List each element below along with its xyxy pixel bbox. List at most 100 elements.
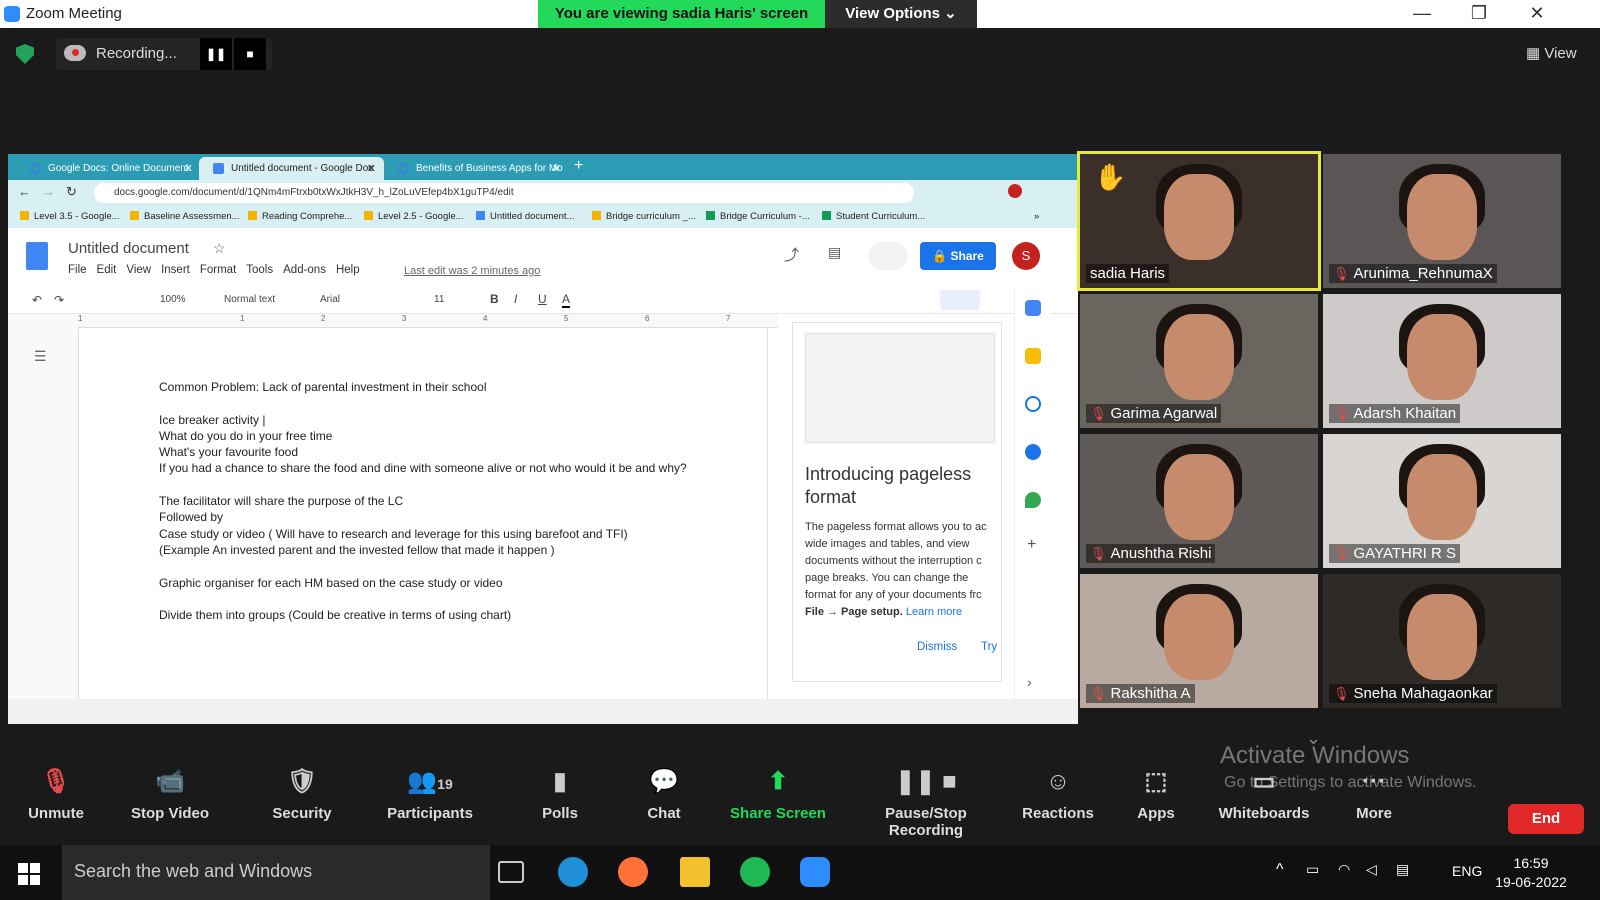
bookmark-item[interactable]: Student Curriculum... — [822, 211, 925, 222]
close-icon[interactable]: ✕ — [1522, 3, 1552, 24]
participant-tile[interactable]: ✋ sadia Haris — [1077, 151, 1321, 291]
participant-tile[interactable]: 🎙 Arunima_RehnumaX — [1323, 154, 1561, 288]
zoom-taskbar-icon[interactable] — [800, 857, 830, 887]
participant-tile[interactable]: 🎙 Anushtha Rishi — [1080, 434, 1318, 568]
menu-format[interactable]: Format — [200, 264, 236, 276]
last-edit-link[interactable]: Last edit was 2 minutes ago — [404, 265, 540, 277]
contacts-icon[interactable] — [1025, 444, 1041, 460]
more-button[interactable]: ··· More — [1314, 765, 1434, 822]
participant-tile[interactable]: 🎙 GAYATHRI R S — [1323, 434, 1561, 568]
share-button[interactable]: 🔒 Share — [920, 242, 996, 270]
stop-recording-button[interactable]: ■ — [234, 38, 266, 70]
tasks-icon[interactable] — [1025, 396, 1041, 412]
close-tab-icon[interactable]: ✕ — [367, 162, 376, 175]
notifications-icon[interactable]: ▤ — [1396, 861, 1409, 878]
edge-icon[interactable] — [558, 857, 588, 887]
menu-addons[interactable]: Add-ons — [283, 264, 326, 276]
calendar-icon[interactable] — [1025, 300, 1041, 316]
meet-icon[interactable] — [868, 242, 908, 270]
end-meeting-button[interactable]: End — [1508, 804, 1584, 834]
participant-tile[interactable]: 🎙 Adarsh Khaitan — [1323, 294, 1561, 428]
language-indicator[interactable]: ENG — [1452, 863, 1482, 879]
back-icon[interactable]: ← — [18, 184, 31, 199]
reload-icon[interactable]: ↻ — [66, 184, 77, 200]
expand-panel-icon[interactable]: › — [1027, 674, 1032, 690]
polls-button[interactable]: ▮ Polls — [500, 765, 620, 822]
apps-button[interactable]: ⬚ Apps — [1096, 765, 1216, 822]
file-explorer-icon[interactable] — [680, 857, 710, 887]
menu-edit[interactable]: Edit — [97, 264, 117, 276]
taskbar-search[interactable]: Search the web and Windows — [62, 845, 490, 900]
close-tab-icon[interactable]: ✕ — [184, 162, 193, 175]
undo-icon[interactable]: ↶ — [32, 293, 42, 307]
text-color-icon[interactable]: A — [562, 292, 571, 308]
whiteboards-button[interactable]: ▭ Whiteboards — [1204, 765, 1324, 822]
keep-icon[interactable] — [1025, 348, 1041, 364]
horizontal-scrollbar[interactable] — [8, 699, 1078, 724]
pause-recording-button[interactable]: ❚❚ — [200, 38, 232, 70]
stop-video-button[interactable]: 📹 Stop Video — [110, 765, 230, 822]
more-bookmarks-icon[interactable]: » — [1034, 211, 1039, 222]
bold-icon[interactable]: B — [490, 292, 499, 306]
zoom-select[interactable]: 100% — [160, 294, 186, 305]
browser-tab[interactable]: Benefits of Business Apps for Mo ✕ — [384, 157, 569, 180]
task-view-icon[interactable] — [498, 861, 524, 883]
participants-button[interactable]: 👥19 Participants — [370, 765, 490, 822]
forward-icon[interactable]: → — [42, 184, 55, 199]
browser-tab[interactable]: Google Docs: Online Document ✕ — [16, 157, 201, 180]
italic-icon[interactable]: I — [514, 292, 517, 306]
comments-icon[interactable]: ▤ — [828, 244, 841, 261]
participant-tile[interactable]: 🎙 Garima Agarwal — [1080, 294, 1318, 428]
security-button[interactable]: 🛡 Security — [242, 765, 362, 822]
spotify-icon[interactable] — [740, 857, 770, 887]
bookmark-item[interactable]: Level 2.5 - Google... — [364, 211, 464, 222]
bookmark-item[interactable]: Bridge curriculum _... — [592, 211, 696, 222]
chevron-up-icon[interactable]: ^ — [1276, 861, 1284, 879]
chat-button[interactable]: 💬 Chat — [604, 765, 724, 822]
document-title[interactable]: Untitled document — [68, 240, 189, 257]
minimize-icon[interactable]: — — [1407, 3, 1437, 24]
profile-avatar[interactable] — [1008, 184, 1022, 198]
browser-tab-active[interactable]: Untitled document - Google Doc ✕ — [199, 157, 384, 180]
dismiss-button[interactable]: Dismiss — [917, 641, 957, 653]
share-screen-button[interactable]: ⬆ Share Screen — [718, 765, 838, 822]
participant-tile[interactable]: 🎙 Sneha Mahagaonkar — [1323, 574, 1561, 708]
style-select[interactable]: Normal text — [224, 294, 275, 305]
address-bar[interactable]: docs.google.com/document/d/1QNm4mFtrxb0t… — [94, 183, 914, 203]
volume-icon[interactable]: ◁ — [1366, 861, 1377, 878]
redo-icon[interactable]: ↷ — [54, 293, 64, 307]
font-select[interactable]: Arial — [320, 294, 340, 305]
pause-stop-recording-button[interactable]: ❚❚ ■ Pause/Stop Recording — [846, 765, 1006, 839]
bookmark-item[interactable]: Level 3.5 - Google... — [20, 211, 120, 222]
unmute-button[interactable]: 🎙 Unmute — [0, 765, 116, 822]
bookmark-item[interactable]: Baseline Assessmen... — [130, 211, 240, 222]
document-text[interactable]: Common Problem: Lack of parental investm… — [159, 379, 719, 623]
document-page[interactable]: Common Problem: Lack of parental investm… — [78, 329, 768, 699]
close-tab-icon[interactable]: ✕ — [552, 162, 561, 175]
learn-more-link[interactable]: Learn more — [906, 606, 962, 618]
menu-tools[interactable]: Tools — [246, 264, 273, 276]
editing-mode-icon[interactable] — [940, 290, 980, 310]
battery-icon[interactable]: ▭ — [1306, 861, 1319, 878]
wifi-icon[interactable]: ◠ — [1338, 861, 1350, 878]
underline-icon[interactable]: U — [538, 292, 547, 306]
menu-file[interactable]: File — [68, 264, 87, 276]
menu-insert[interactable]: Insert — [161, 264, 190, 276]
menu-help[interactable]: Help — [336, 264, 360, 276]
participant-tile[interactable]: 🎙 Rakshitha A — [1080, 574, 1318, 708]
try-button[interactable]: Try — [981, 641, 997, 653]
activity-icon[interactable]: ⤴ — [784, 244, 799, 265]
star-icon[interactable]: ☆ — [213, 240, 226, 257]
bookmark-item[interactable]: Bridge Curriculum -... — [706, 211, 810, 222]
account-avatar[interactable]: S — [1012, 242, 1040, 270]
firefox-icon[interactable] — [618, 857, 648, 887]
add-app-icon[interactable]: + — [1027, 536, 1036, 554]
maps-icon[interactable] — [1025, 492, 1041, 508]
clock[interactable]: 16:59 19-06-2022 — [1488, 854, 1574, 892]
outline-icon[interactable]: ☰ — [34, 348, 47, 365]
font-size-field[interactable]: 11 — [434, 294, 444, 305]
view-layout-button[interactable]: ▦ View — [1526, 44, 1577, 62]
docs-logo-icon[interactable] — [26, 242, 48, 270]
windows-start-icon[interactable] — [18, 863, 40, 885]
menu-view[interactable]: View — [126, 264, 151, 276]
